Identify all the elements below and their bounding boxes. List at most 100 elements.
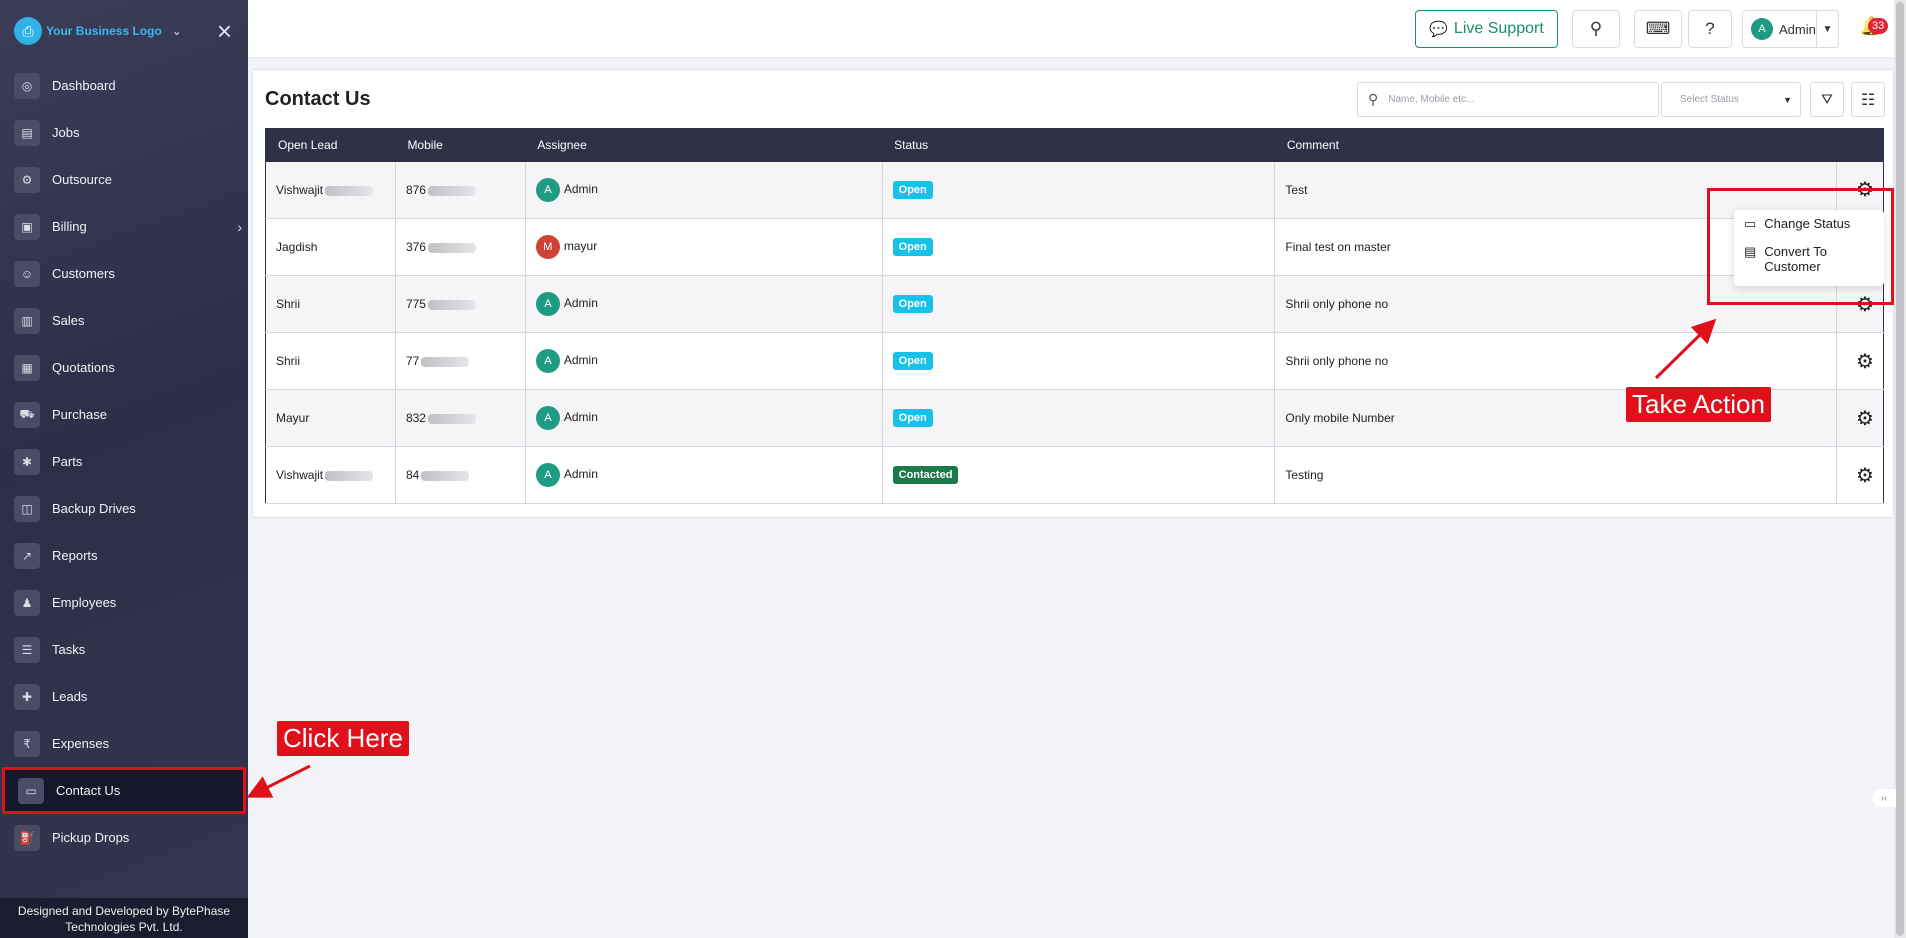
sidebar-item-employees[interactable]: ♟ Employees <box>0 579 248 626</box>
redacted-text <box>421 356 470 367</box>
lead-name: Shrii <box>265 275 396 333</box>
mobile: 775 <box>395 275 526 333</box>
sidebar-item-reports[interactable]: ↗ Reports <box>0 532 248 579</box>
status-select[interactable]: Select Status ▼ <box>1661 82 1801 117</box>
sidebar-item-label: Dashboard <box>52 78 116 93</box>
gear-icon: ⚙ <box>1856 407 1874 430</box>
sidebar-item-label: Parts <box>52 454 83 469</box>
filter-button[interactable]: ⛛ <box>1810 82 1844 117</box>
sidebar-item-label: Employees <box>52 595 117 610</box>
sidebar-item-parts[interactable]: ✱ Parts <box>0 438 248 485</box>
sidebar-item-label: Pickup Drops <box>52 830 130 845</box>
column-settings-button[interactable]: ☷ <box>1851 82 1885 117</box>
sidebar-item-backup-drives[interactable]: ◫ Backup Drives <box>0 485 248 532</box>
live-support-button[interactable]: 💬 Live Support <box>1415 10 1558 48</box>
sidebar-item-quotations[interactable]: ▦ Quotations <box>0 344 248 391</box>
business-logo-text[interactable]: Your Business Logo <box>46 24 162 38</box>
help-button[interactable]: ? <box>1688 10 1732 48</box>
side-collapse-tab[interactable]: ›‹ <box>1872 789 1896 807</box>
outsource-icon: ⚙ <box>14 166 40 193</box>
sidebar-item-purchase[interactable]: ⛟ Purchase <box>0 391 248 438</box>
close-icon[interactable]: × <box>217 18 232 44</box>
sales-icon: ▥ <box>14 307 40 334</box>
sidebar-item-contact-us[interactable]: ▭ Contact Us <box>2 767 246 814</box>
assignee: A Admin <box>525 446 883 504</box>
sidebar-footer: Designed and Developed by BytePhase Tech… <box>0 898 248 938</box>
mobile-text: 832 <box>405 411 426 425</box>
mobile: 876 <box>395 161 526 219</box>
avatar: A <box>535 292 560 316</box>
lead-name: Jagdish <box>265 218 396 276</box>
sidebar-item-label: Contact Us <box>56 783 121 798</box>
table-row[interactable]: Vishwajit 84 A Admin Contacted Testing ⚙ <box>265 446 1884 504</box>
sidebar-item-customers[interactable]: ☺ Customers <box>0 250 248 297</box>
contact-card-icon: ▭ <box>18 777 44 804</box>
billing-icon: ▣ <box>14 213 40 240</box>
column-header: Mobile <box>407 138 443 153</box>
sidebar-item-jobs[interactable]: ▤ Jobs <box>0 109 248 156</box>
collapse-icon: ›‹ <box>1880 792 1888 804</box>
logo-icon: ⎙ <box>14 17 42 45</box>
contact-table: Open Lead Mobile Assignee Status Comment… <box>265 128 1884 504</box>
assignee-name: Admin <box>563 296 598 311</box>
table-row[interactable]: Jagdish 376 Mmayur Open Final test on ma… <box>265 218 1884 276</box>
parts-icon: ✱ <box>14 448 40 475</box>
status: Open <box>882 161 1276 219</box>
sidebar-item-tasks[interactable]: ☰ Tasks <box>0 626 248 673</box>
user-menu-button[interactable]: A Admin ▼ <box>1742 10 1839 48</box>
column-header: Status <box>894 138 929 153</box>
avatar: A <box>535 349 560 373</box>
sidebar-item-expenses[interactable]: ₹ Expenses <box>0 720 248 767</box>
status-badge: Open <box>892 295 933 313</box>
status: Open <box>882 218 1276 276</box>
contact-us-card: Contact Us ⚲ Name, Mobile etc... Select S… <box>252 69 1894 518</box>
chevron-right-icon: › <box>237 218 242 235</box>
sidebar-item-billing[interactable]: ▣ Billing › <box>0 203 248 250</box>
assignee-name: Admin <box>563 410 598 425</box>
assignee: A Admin <box>525 275 883 333</box>
action-gear-button[interactable]: ⚙ <box>1836 333 1883 390</box>
lead-name: Shrii <box>265 332 396 390</box>
comment: Testing <box>1274 446 1837 504</box>
take-action-callout: Take Action <box>1626 387 1771 422</box>
table-row[interactable]: Vishwajit 876 A Admin Open Test ⚙ <box>265 161 1884 219</box>
keyboard-button[interactable]: ⌨ <box>1634 10 1682 48</box>
avatar: A <box>1751 18 1773 40</box>
sidebar-item-label: Quotations <box>52 360 115 375</box>
search-icon: ⚲ <box>1368 91 1379 107</box>
sidebar-item-leads[interactable]: ✚ Leads <box>0 673 248 720</box>
sidebar-item-label: Leads <box>52 689 88 704</box>
chat-icon: 💬 <box>1429 21 1448 38</box>
column-header-actions <box>1836 129 1883 162</box>
search-placeholder: Name, Mobile etc... <box>1388 94 1475 105</box>
tasks-icon: ☰ <box>14 636 40 663</box>
sidebar-item-pickup-drops[interactable]: ⛽ Pickup Drops <box>0 814 248 861</box>
table-row[interactable]: Shrii 775 A Admin Open Shrii only phone n… <box>265 275 1884 333</box>
chevron-down-icon[interactable]: ⌄ <box>172 24 182 38</box>
action-gear-button[interactable]: ⚙ <box>1836 447 1883 504</box>
sidebar-item-outsource[interactable]: ⚙ Outsource <box>0 156 248 203</box>
dashboard-icon: ◎ <box>14 72 40 99</box>
status-badge: Open <box>892 180 933 199</box>
sidebar-item-sales[interactable]: ▥ Sales <box>0 297 248 344</box>
search-icon: ⚲ <box>1589 19 1603 38</box>
customers-icon: ☺ <box>14 260 40 287</box>
database-icon: ◫ <box>14 495 40 522</box>
mobile-text: 376 <box>405 240 426 254</box>
table-header-row: Open Lead Mobile Assignee Status Comment <box>265 128 1884 162</box>
mobile: 376 <box>395 218 526 276</box>
table-row[interactable]: Shrii 77 A Admin Open Shrii only phone no… <box>265 332 1884 390</box>
scrollbar-thumb[interactable] <box>1896 2 1904 936</box>
sidebar-item-label: Jobs <box>52 125 80 140</box>
sidebar-item-label: Purchase <box>52 407 107 422</box>
redacted-text <box>421 470 470 481</box>
click-here-callout: Click Here <box>277 721 409 756</box>
search-button[interactable]: ⚲ <box>1572 10 1620 48</box>
sidebar-item-dashboard[interactable]: ◎ Dashboard <box>0 62 248 109</box>
help-icon: ? <box>1705 19 1715 38</box>
sidebar-nav: ◎ Dashboard ▤ Jobs ⚙ Outsource ▣ Billing › ☺ C… <box>0 62 248 861</box>
keyboard-icon: ⌨ <box>1645 19 1671 38</box>
caret-down-icon[interactable]: ▼ <box>1816 11 1838 47</box>
search-input[interactable]: ⚲ Name, Mobile etc... <box>1357 82 1659 117</box>
action-gear-button[interactable]: ⚙ <box>1836 390 1883 447</box>
